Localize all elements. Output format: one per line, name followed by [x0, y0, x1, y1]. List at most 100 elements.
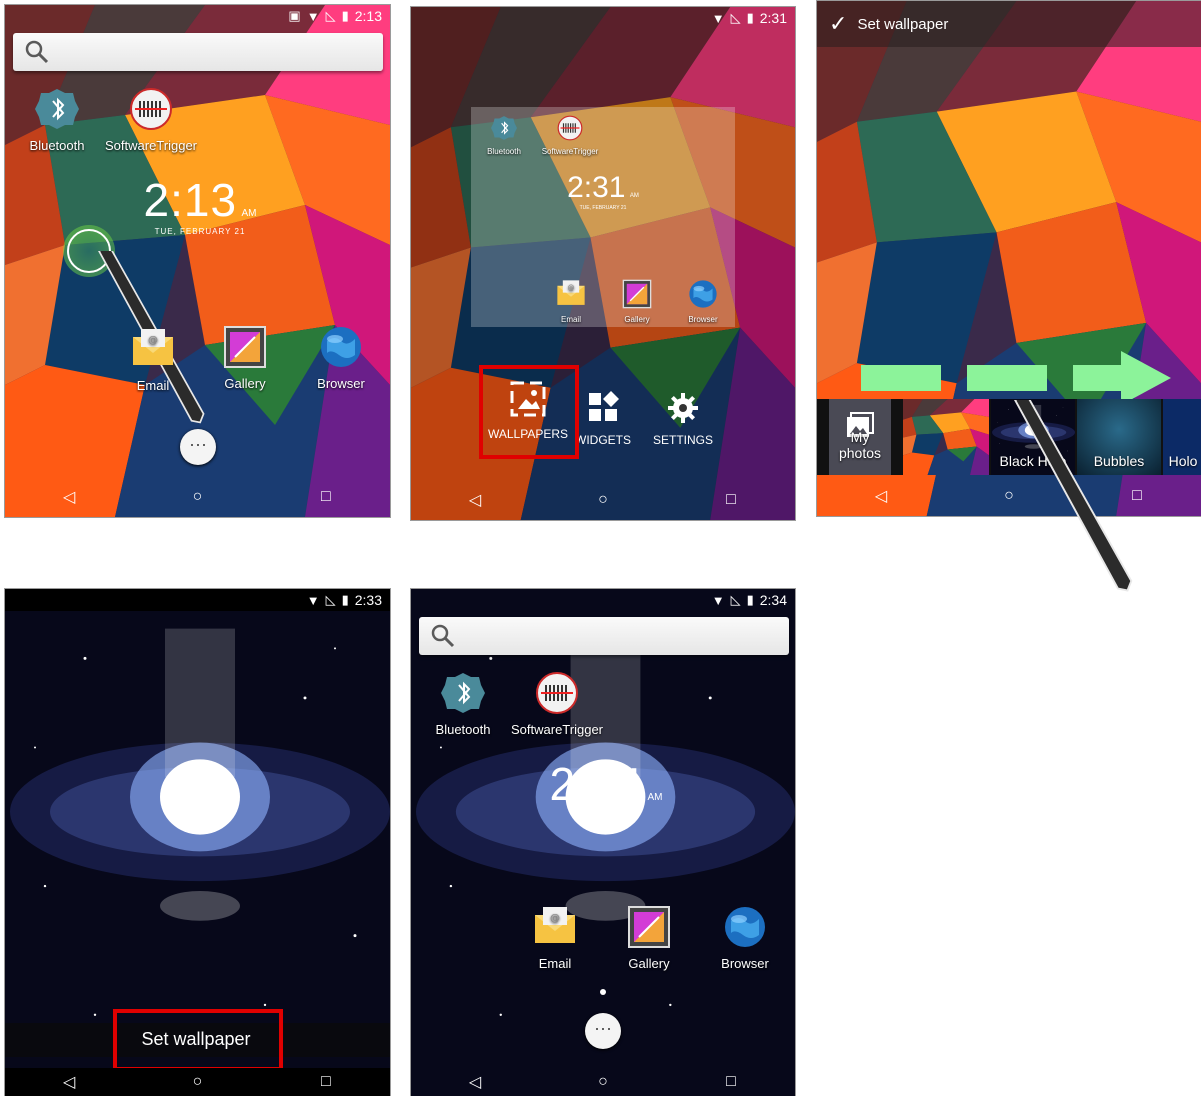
thumb-holo[interactable]: Holo — [1163, 399, 1201, 475]
dots-grid-icon: ⋯ — [189, 435, 207, 455]
app-softwaretrigger[interactable]: SoftwareTrigger — [511, 671, 603, 737]
recents-button[interactable]: □ — [306, 482, 346, 512]
app-label: Gallery — [224, 376, 266, 391]
status-bar: ▼ ◺ ▮ 2:34 — [411, 589, 795, 611]
barcode-icon — [536, 672, 578, 714]
preview-app-gallery: Gallery — [619, 279, 655, 324]
back-button[interactable]: ◁ — [455, 485, 495, 515]
email-icon — [557, 280, 585, 305]
battery-icon: ▮ — [746, 10, 754, 25]
nav-bar: ◁ ○ □ — [411, 1068, 795, 1096]
panel-5-home-new-wallpaper: ▼ ◺ ▮ 2:34 Bluetooth SoftwareTrigger 2:3… — [410, 588, 796, 1096]
status-bar: ▼ ◺ ▮ 2:31 — [411, 7, 795, 29]
search-bar[interactable] — [419, 617, 789, 655]
home-icon: ○ — [192, 488, 203, 505]
app-label: Email — [560, 315, 581, 324]
battery-icon: ▮ — [746, 592, 754, 607]
recents-button[interactable]: □ — [711, 485, 751, 515]
app-label: SoftwareTrigger — [105, 138, 197, 153]
recents-button[interactable]: □ — [711, 1067, 751, 1096]
signal-icon: ◺ — [325, 592, 336, 607]
search-icon — [431, 624, 455, 648]
wifi-icon: ▼ — [306, 592, 320, 608]
barcode-icon — [130, 88, 172, 130]
preview-app-browser: Browser — [683, 279, 723, 324]
signal-icon: ◺ — [730, 592, 741, 607]
home-button[interactable]: ○ — [177, 1067, 217, 1096]
app-gallery[interactable]: Gallery — [619, 905, 679, 971]
app-label: Bluetooth — [435, 722, 491, 737]
thumb-my-photos[interactable]: My photos — [829, 399, 891, 475]
app-label: Gallery — [628, 956, 670, 971]
bluetooth-icon — [490, 115, 518, 141]
option-label: WIDGETS — [575, 433, 631, 447]
clock-widget[interactable]: 2:13 AM TUE, FEBRUARY 21 — [125, 173, 275, 236]
bluetooth-icon — [440, 672, 486, 714]
thumb-polygon[interactable] — [903, 399, 989, 475]
app-label: Bluetooth — [29, 138, 85, 153]
panel-3-wallpaper-picker: ✓ Set wallpaper My photos Black Hole Bub… — [816, 0, 1201, 517]
back-button[interactable]: ◁ — [49, 1067, 89, 1096]
app-drawer-button[interactable]: ⋯ — [585, 1013, 621, 1049]
back-button[interactable]: ◁ — [49, 482, 89, 512]
clock-widget[interactable]: 2:34 AM — [531, 757, 681, 811]
status-bar: ▣ ▼ ◺ ▮ 2:13 — [5, 5, 390, 27]
app-bluetooth[interactable]: Bluetooth — [27, 87, 87, 153]
swipe-arrow-segment — [1073, 365, 1123, 391]
recents-icon: □ — [726, 491, 736, 508]
status-time: 2:13 — [354, 8, 382, 24]
preview-app-email: Email — [553, 279, 589, 324]
gallery-icon — [622, 279, 652, 309]
app-gallery[interactable]: Gallery — [215, 325, 275, 391]
swipe-arrow-head — [1121, 351, 1171, 405]
home-button[interactable]: ○ — [177, 482, 217, 512]
thumb-image — [903, 399, 989, 475]
app-label: Browser — [317, 376, 365, 391]
nav-bar: ◁ ○ □ — [411, 480, 795, 520]
recents-button[interactable]: □ — [306, 1067, 346, 1096]
check-icon[interactable]: ✓ — [829, 11, 847, 37]
thumb-label: Holo — [1168, 453, 1198, 469]
back-icon: ◁ — [874, 488, 888, 505]
app-bluetooth[interactable]: Bluetooth — [433, 671, 493, 737]
app-softwaretrigger[interactable]: SoftwareTrigger — [105, 87, 197, 153]
email-icon — [133, 329, 173, 365]
barcode-icon — [557, 115, 583, 141]
swipe-arrow-segment — [967, 365, 1047, 391]
email-icon — [535, 907, 575, 943]
clock-ampm: AM — [629, 193, 639, 199]
clock-time: 2:34 — [549, 758, 644, 810]
app-browser[interactable]: Browser — [311, 325, 371, 391]
status-bar: ▼ ◺ ▮ 2:33 — [5, 589, 390, 611]
nav-bar: ◁ ○ □ — [5, 1068, 390, 1096]
app-drawer-button[interactable]: ⋯ — [180, 429, 216, 465]
app-email[interactable]: Email — [123, 327, 183, 393]
home-button[interactable]: ○ — [583, 1067, 623, 1096]
page-indicator-dot — [600, 989, 606, 995]
wallpaper-strip: My photos Black Hole Bubbles Holo — [817, 399, 1201, 475]
option-widgets[interactable]: WIDGETS — [571, 391, 635, 447]
option-settings[interactable]: SETTINGS — [647, 393, 719, 447]
search-icon — [25, 40, 49, 64]
gallery-icon — [224, 326, 266, 368]
back-button[interactable]: ◁ — [455, 1067, 495, 1096]
app-email[interactable]: Email — [525, 905, 585, 971]
app-label: Gallery — [624, 315, 650, 324]
preview-app-bluetooth: Bluetooth — [481, 115, 527, 156]
home-icon: ○ — [598, 1073, 608, 1090]
set-wallpaper-action[interactable]: Set wallpaper — [857, 16, 948, 33]
nav-bar: ◁ ○ □ — [817, 476, 1201, 516]
app-browser[interactable]: Browser — [715, 905, 775, 971]
status-time: 2:34 — [759, 592, 787, 608]
clock-date: TUE, FEBRUARY 21 — [154, 227, 246, 236]
recents-icon: □ — [726, 1073, 736, 1090]
search-bar[interactable] — [13, 33, 383, 71]
dots-grid-icon: ⋯ — [594, 1019, 612, 1039]
back-icon: ◁ — [468, 492, 482, 509]
home-preview[interactable]: Bluetooth SoftwareTrigger 2:31 AM TUE, F… — [471, 107, 735, 327]
back-button[interactable]: ◁ — [861, 481, 901, 511]
panel-1-home: ▣ ▼ ◺ ▮ 2:13 Bluetooth SoftwareTrigger 2… — [4, 4, 391, 518]
wallpapers-highlight — [479, 365, 579, 459]
home-button[interactable]: ○ — [583, 485, 623, 515]
browser-icon — [321, 327, 361, 367]
